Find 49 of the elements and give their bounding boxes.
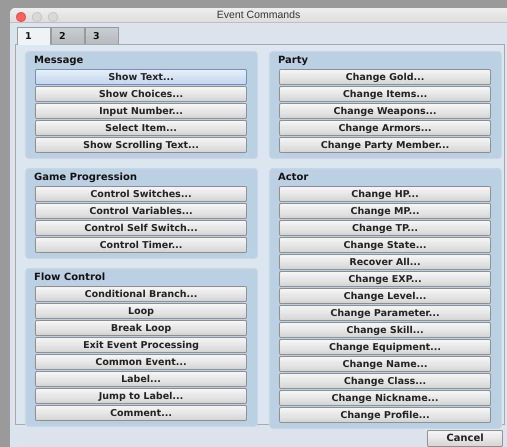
close-icon[interactable] <box>16 12 26 22</box>
command-button[interactable]: Change Armors... <box>279 120 491 136</box>
command-button[interactable]: Change Parameter... <box>279 305 491 321</box>
command-button[interactable]: Change EXP... <box>279 271 491 287</box>
command-button[interactable]: Change Weapons... <box>279 103 491 119</box>
command-button[interactable]: Change Party Member... <box>279 137 491 153</box>
command-button[interactable]: Change Class... <box>279 373 491 389</box>
group-title: Game Progression <box>34 171 138 185</box>
command-button[interactable]: Show Choices... <box>35 86 247 102</box>
command-button[interactable]: Loop <box>35 303 247 319</box>
group-title: Flow Control <box>34 271 106 285</box>
zoom-icon[interactable] <box>48 12 58 22</box>
group-title: Message <box>34 54 84 68</box>
tab[interactable]: 3 <box>85 27 119 44</box>
command-button[interactable]: Change MP... <box>279 203 491 219</box>
command-button[interactable]: Control Self Switch... <box>35 220 247 236</box>
minimize-icon[interactable] <box>32 12 42 22</box>
command-button[interactable]: Change State... <box>279 237 491 253</box>
command-button[interactable]: Change TP... <box>279 220 491 236</box>
command-button[interactable]: Label... <box>35 371 247 387</box>
command-button[interactable]: Conditional Branch... <box>35 286 247 302</box>
command-button[interactable]: Exit Event Processing <box>35 337 247 353</box>
command-button[interactable]: Change HP... <box>279 186 491 202</box>
command-button[interactable]: Common Event... <box>35 354 247 370</box>
command-button[interactable]: Change Skill... <box>279 322 491 338</box>
command-button[interactable]: Control Timer... <box>35 237 247 253</box>
command-button[interactable]: Select Item... <box>35 120 247 136</box>
command-button[interactable]: Change Nickname... <box>279 390 491 406</box>
command-button[interactable]: Break Loop <box>35 320 247 336</box>
command-button[interactable]: Control Switches... <box>35 186 247 202</box>
cancel-button[interactable]: Cancel <box>427 430 503 447</box>
command-button[interactable]: Recover All... <box>279 254 491 270</box>
command-button[interactable]: Change Profile... <box>279 407 491 423</box>
command-button[interactable]: Change Level... <box>279 288 491 304</box>
tab[interactable]: 2 <box>51 27 85 44</box>
command-button[interactable]: Control Variables... <box>35 203 247 219</box>
command-button[interactable]: Change Items... <box>279 86 491 102</box>
window-title: Event Commands <box>216 9 300 21</box>
command-button[interactable]: Show Text... <box>35 69 247 85</box>
command-button[interactable]: Change Name... <box>279 356 491 372</box>
group-title: Actor <box>278 171 310 185</box>
command-button[interactable]: Jump to Label... <box>35 388 247 404</box>
command-button[interactable]: Change Gold... <box>279 69 491 85</box>
command-button[interactable]: Change Equipment... <box>279 339 491 355</box>
group-title: Party <box>278 54 310 68</box>
command-button[interactable]: Comment... <box>35 405 247 421</box>
command-button[interactable]: Input Number... <box>35 103 247 119</box>
command-button[interactable]: Show Scrolling Text... <box>35 137 247 153</box>
tab[interactable]: 1 <box>17 27 51 45</box>
